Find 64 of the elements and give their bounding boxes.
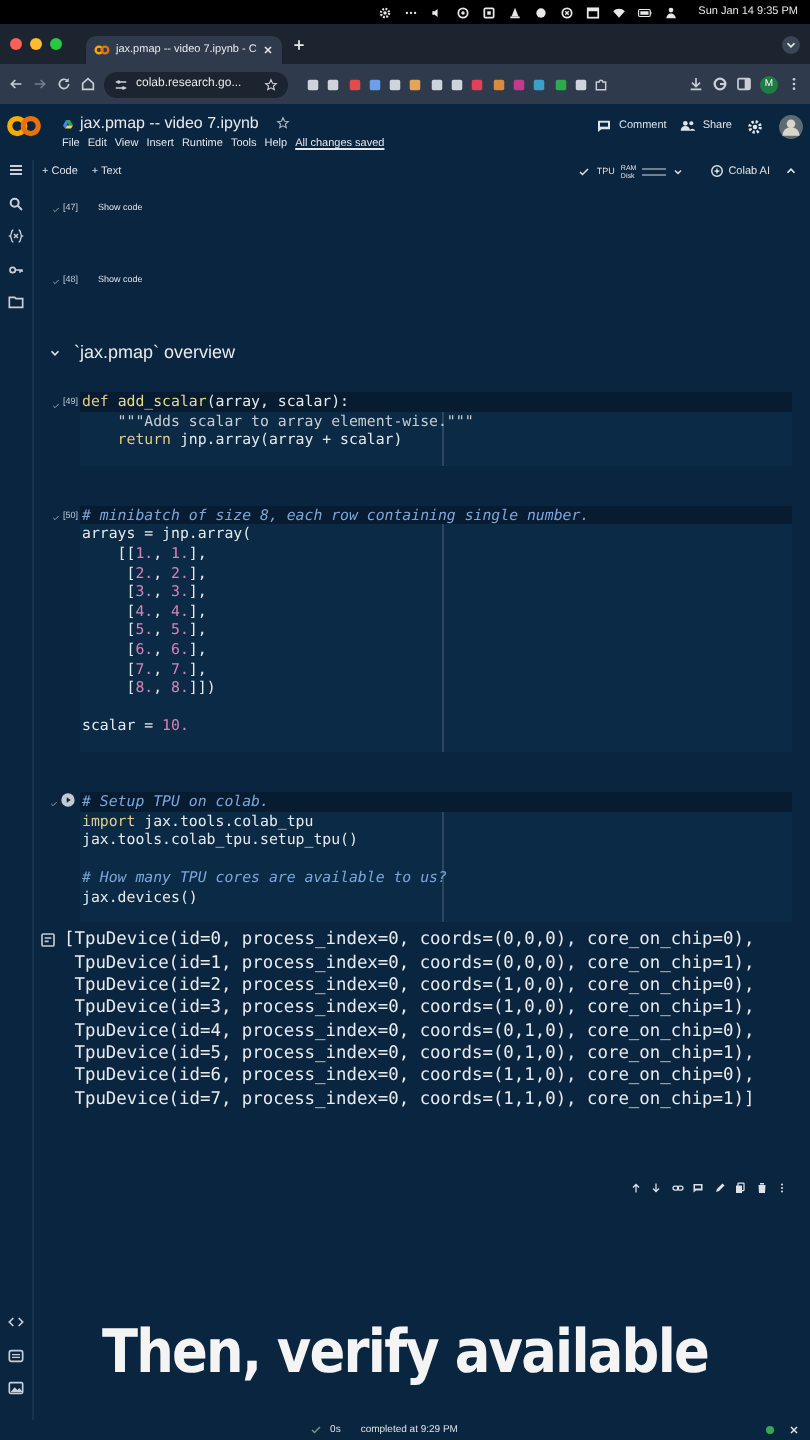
run-button-icon[interactable] <box>60 792 76 809</box>
x-circle-icon[interactable] <box>560 5 575 19</box>
section-heading: `jax.pmap` overview <box>74 342 236 362</box>
download-icon[interactable] <box>688 76 704 92</box>
search-icon[interactable] <box>8 195 24 211</box>
folder-icon[interactable] <box>8 294 24 310</box>
key-icon[interactable] <box>8 261 24 277</box>
move-down-icon[interactable] <box>650 1181 662 1194</box>
forward-icon[interactable] <box>32 76 48 92</box>
check-icon <box>310 1424 323 1436</box>
video-caption: Then, verify available <box>99 1318 710 1388</box>
gear-icon[interactable] <box>378 5 393 19</box>
reload-icon[interactable] <box>56 76 72 92</box>
section-caret-icon[interactable] <box>48 345 62 359</box>
caret-up-icon[interactable] <box>784 164 798 178</box>
back-icon[interactable] <box>8 76 24 92</box>
close-icon[interactable] <box>262 44 275 56</box>
comment-icon[interactable] <box>692 1181 704 1194</box>
sparkle-icon <box>710 164 725 178</box>
puzzle-icon[interactable] <box>594 77 609 91</box>
image-icon[interactable] <box>8 1380 24 1396</box>
square-icon[interactable] <box>482 5 497 19</box>
output-line: TpuDevice(id=1, process_index=0, coords=(0,0,0), core_on_chip=1), <box>72 953 755 976</box>
output-line: TpuDevice(id=5, process_index=0, coords=(0,1,0), core_on_chip=1), <box>72 1043 755 1066</box>
user-icon[interactable] <box>664 5 679 19</box>
notebook-title[interactable]: jax.pmap -- video 7.ipynb <box>80 114 259 132</box>
tab-list-icon[interactable] <box>782 35 800 53</box>
window-icon[interactable] <box>586 5 601 19</box>
terminal-icon[interactable] <box>8 1347 24 1363</box>
output-line: TpuDevice(id=7, process_index=0, coords=(1,1,0), core_on_chip=1)] <box>72 1089 755 1112</box>
link-icon[interactable] <box>671 1181 683 1194</box>
trash-icon[interactable] <box>755 1181 767 1194</box>
site-settings-icon[interactable] <box>114 77 128 91</box>
output-line: TpuDevice(id=2, process_index=0, coords=(1,0,0), core_on_chip=0), <box>72 976 755 998</box>
bookmark-star-icon[interactable] <box>264 77 278 91</box>
account-avatar-icon[interactable] <box>778 113 804 139</box>
output-line: [TpuDevice(id=0, process_index=0, coords=(0,0,0), core_on_chip=0), <box>64 930 755 954</box>
star-icon[interactable] <box>276 116 291 130</box>
comment-icon <box>596 118 613 134</box>
home-icon[interactable] <box>80 76 96 92</box>
caret-down-icon <box>672 165 685 177</box>
output-line: TpuDevice(id=6, process_index=0, coords=(1,1,0), core_on_chip=0), <box>72 1066 755 1090</box>
wifi-icon[interactable] <box>612 5 627 19</box>
people-icon <box>680 118 697 134</box>
output-menu-icon[interactable] <box>40 932 56 949</box>
settings-icon[interactable] <box>746 117 764 135</box>
variables-icon[interactable] <box>8 228 24 244</box>
side-panel-icon[interactable] <box>736 76 752 92</box>
close-icon[interactable] <box>788 1424 801 1436</box>
g-circle-icon[interactable] <box>712 76 728 92</box>
menu-icon[interactable] <box>8 162 24 178</box>
output-line: TpuDevice(id=3, process_index=0, coords=(1,0,0), core_on_chip=1), <box>72 998 755 1022</box>
move-up-icon[interactable] <box>629 1181 641 1194</box>
record-icon[interactable] <box>456 5 471 19</box>
new-tab-icon[interactable] <box>292 37 307 51</box>
battery-icon[interactable] <box>638 5 653 19</box>
code-icon[interactable] <box>8 1314 24 1330</box>
pencil-icon[interactable] <box>713 1181 725 1194</box>
output-line: TpuDevice(id=4, process_index=0, coords=(0,1,0), core_on_chip=0), <box>72 1021 755 1044</box>
circle-icon[interactable] <box>534 5 549 19</box>
cone-icon[interactable] <box>508 5 523 19</box>
copy-icon[interactable] <box>734 1181 746 1194</box>
favicon-icon <box>94 42 110 58</box>
drive-icon <box>62 117 74 129</box>
